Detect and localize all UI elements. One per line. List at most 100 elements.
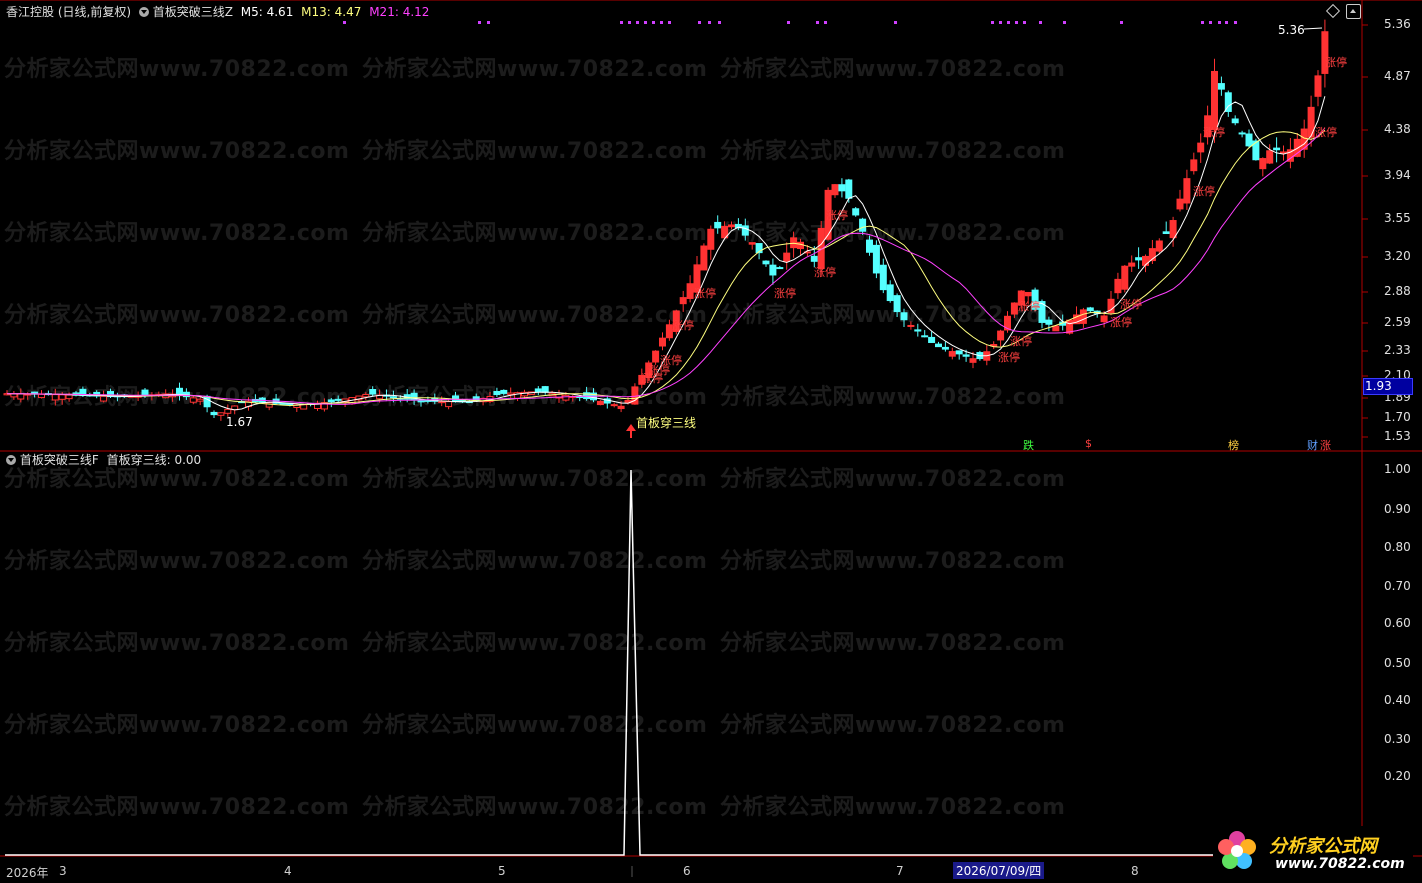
candle-body[interactable] [300, 404, 308, 410]
candle-body[interactable] [141, 389, 149, 396]
candle-body[interactable] [1024, 291, 1032, 297]
candle-body[interactable] [790, 237, 798, 249]
event-mark-fall[interactable]: 跌 [1023, 437, 1034, 453]
candle-body[interactable] [955, 350, 963, 355]
candle-body[interactable] [1259, 158, 1267, 170]
candle-body[interactable] [1162, 231, 1170, 235]
candle-body[interactable] [1052, 325, 1060, 332]
candle-body[interactable] [1238, 132, 1246, 135]
candle-body[interactable] [1307, 106, 1315, 138]
candle-body[interactable] [872, 244, 880, 274]
candle-body[interactable] [100, 395, 108, 402]
candle-body[interactable] [997, 330, 1005, 341]
candle-body[interactable] [907, 324, 915, 327]
candle-body[interactable] [941, 346, 949, 350]
indicator-toggle-icon[interactable] [138, 7, 149, 17]
candle-body[interactable] [1045, 319, 1053, 325]
indicator-name[interactable]: 首板突破三线Z [153, 5, 233, 19]
candle-body[interactable] [65, 394, 73, 400]
candle-body[interactable] [700, 245, 708, 271]
candle-body[interactable] [279, 402, 287, 405]
event-mark-ranking[interactable]: 榜 [1228, 437, 1239, 453]
candle-body[interactable] [879, 264, 887, 291]
candle-body[interactable] [1086, 307, 1094, 312]
candle-body[interactable] [845, 179, 853, 199]
sub-indicator-name[interactable]: 首板突破三线F [20, 453, 99, 467]
candle-body[interactable] [58, 394, 66, 400]
candle-body[interactable] [707, 228, 715, 250]
candle-body[interactable] [969, 358, 977, 363]
candle-body[interactable] [893, 295, 901, 313]
event-mark-rise[interactable]: 涨 [1320, 437, 1331, 453]
candle-body[interactable] [1155, 240, 1163, 252]
candle-body[interactable] [935, 343, 942, 348]
candle-body[interactable] [217, 412, 225, 416]
candle-body[interactable] [728, 224, 735, 228]
candle-body[interactable] [852, 208, 860, 216]
candle-body[interactable] [189, 397, 197, 403]
candle-body[interactable] [1100, 315, 1108, 323]
candle-body[interactable] [1128, 262, 1136, 267]
candle-body[interactable] [1231, 118, 1239, 124]
candle-body[interactable] [1273, 147, 1281, 151]
candle-body[interactable] [224, 408, 232, 414]
candle-body[interactable] [617, 405, 625, 410]
candle-body[interactable] [914, 329, 922, 332]
period-label[interactable]: (日线,前复权) [58, 5, 131, 19]
window-button[interactable] [1346, 4, 1361, 19]
candle-body[interactable] [1245, 133, 1253, 147]
candle-body[interactable] [1266, 150, 1274, 164]
candle-body[interactable] [445, 401, 453, 408]
candle-body[interactable] [38, 393, 45, 399]
candle-body[interactable] [762, 260, 770, 265]
candle-body[interactable] [10, 393, 18, 398]
candle-body[interactable] [948, 351, 956, 357]
candle-body[interactable] [1197, 142, 1205, 153]
candle-body[interactable] [831, 184, 839, 196]
candle-body[interactable] [610, 404, 618, 407]
candle-body[interactable] [900, 312, 908, 321]
candle-body[interactable] [334, 398, 342, 401]
candle-body[interactable] [928, 336, 936, 343]
candle-body[interactable] [196, 398, 204, 402]
candle-body[interactable] [562, 394, 570, 401]
candle-body[interactable] [866, 239, 873, 253]
candle-body[interactable] [686, 283, 694, 299]
candle-body[interactable] [1314, 75, 1322, 97]
candle-body[interactable] [652, 350, 660, 363]
candle-body[interactable] [327, 399, 335, 403]
candle-body[interactable] [659, 337, 666, 347]
candle-body[interactable] [389, 396, 397, 399]
stock-name[interactable]: 香江控股 [6, 5, 54, 19]
candle-body[interactable] [438, 400, 446, 403]
candle-body[interactable] [783, 252, 791, 262]
candle-body[interactable] [369, 389, 377, 395]
candle-body[interactable] [493, 390, 501, 396]
candle-body[interactable] [1079, 309, 1087, 324]
candle-body[interactable] [1142, 255, 1149, 266]
candle-body[interactable] [1169, 220, 1177, 239]
candle-body[interactable] [210, 411, 218, 416]
candle-body[interactable] [810, 255, 818, 262]
sub-indicator-toggle-icon[interactable] [6, 455, 16, 465]
candle-body[interactable] [507, 392, 515, 395]
candle-body[interactable] [838, 184, 846, 192]
candle-body[interactable] [472, 396, 480, 401]
candle-body[interactable] [596, 400, 604, 406]
event-mark-dollar[interactable]: $ [1085, 437, 1092, 450]
candle-body[interactable] [410, 392, 418, 401]
candle-body[interactable] [17, 393, 25, 400]
candle-body[interactable] [1280, 151, 1287, 154]
candle-body[interactable] [797, 241, 804, 250]
candle-body[interactable] [714, 221, 722, 229]
candle-body[interactable] [748, 242, 756, 245]
candle-body[interactable] [1114, 278, 1122, 294]
candle-body[interactable] [741, 225, 749, 236]
candle-body[interactable] [1190, 159, 1198, 172]
candle-body[interactable] [1121, 265, 1129, 290]
candle-body[interactable] [362, 394, 370, 398]
candle-body[interactable] [541, 386, 549, 393]
candle-body[interactable] [1211, 70, 1218, 131]
candle-body[interactable] [1217, 83, 1225, 90]
candle-body[interactable] [1183, 178, 1191, 204]
